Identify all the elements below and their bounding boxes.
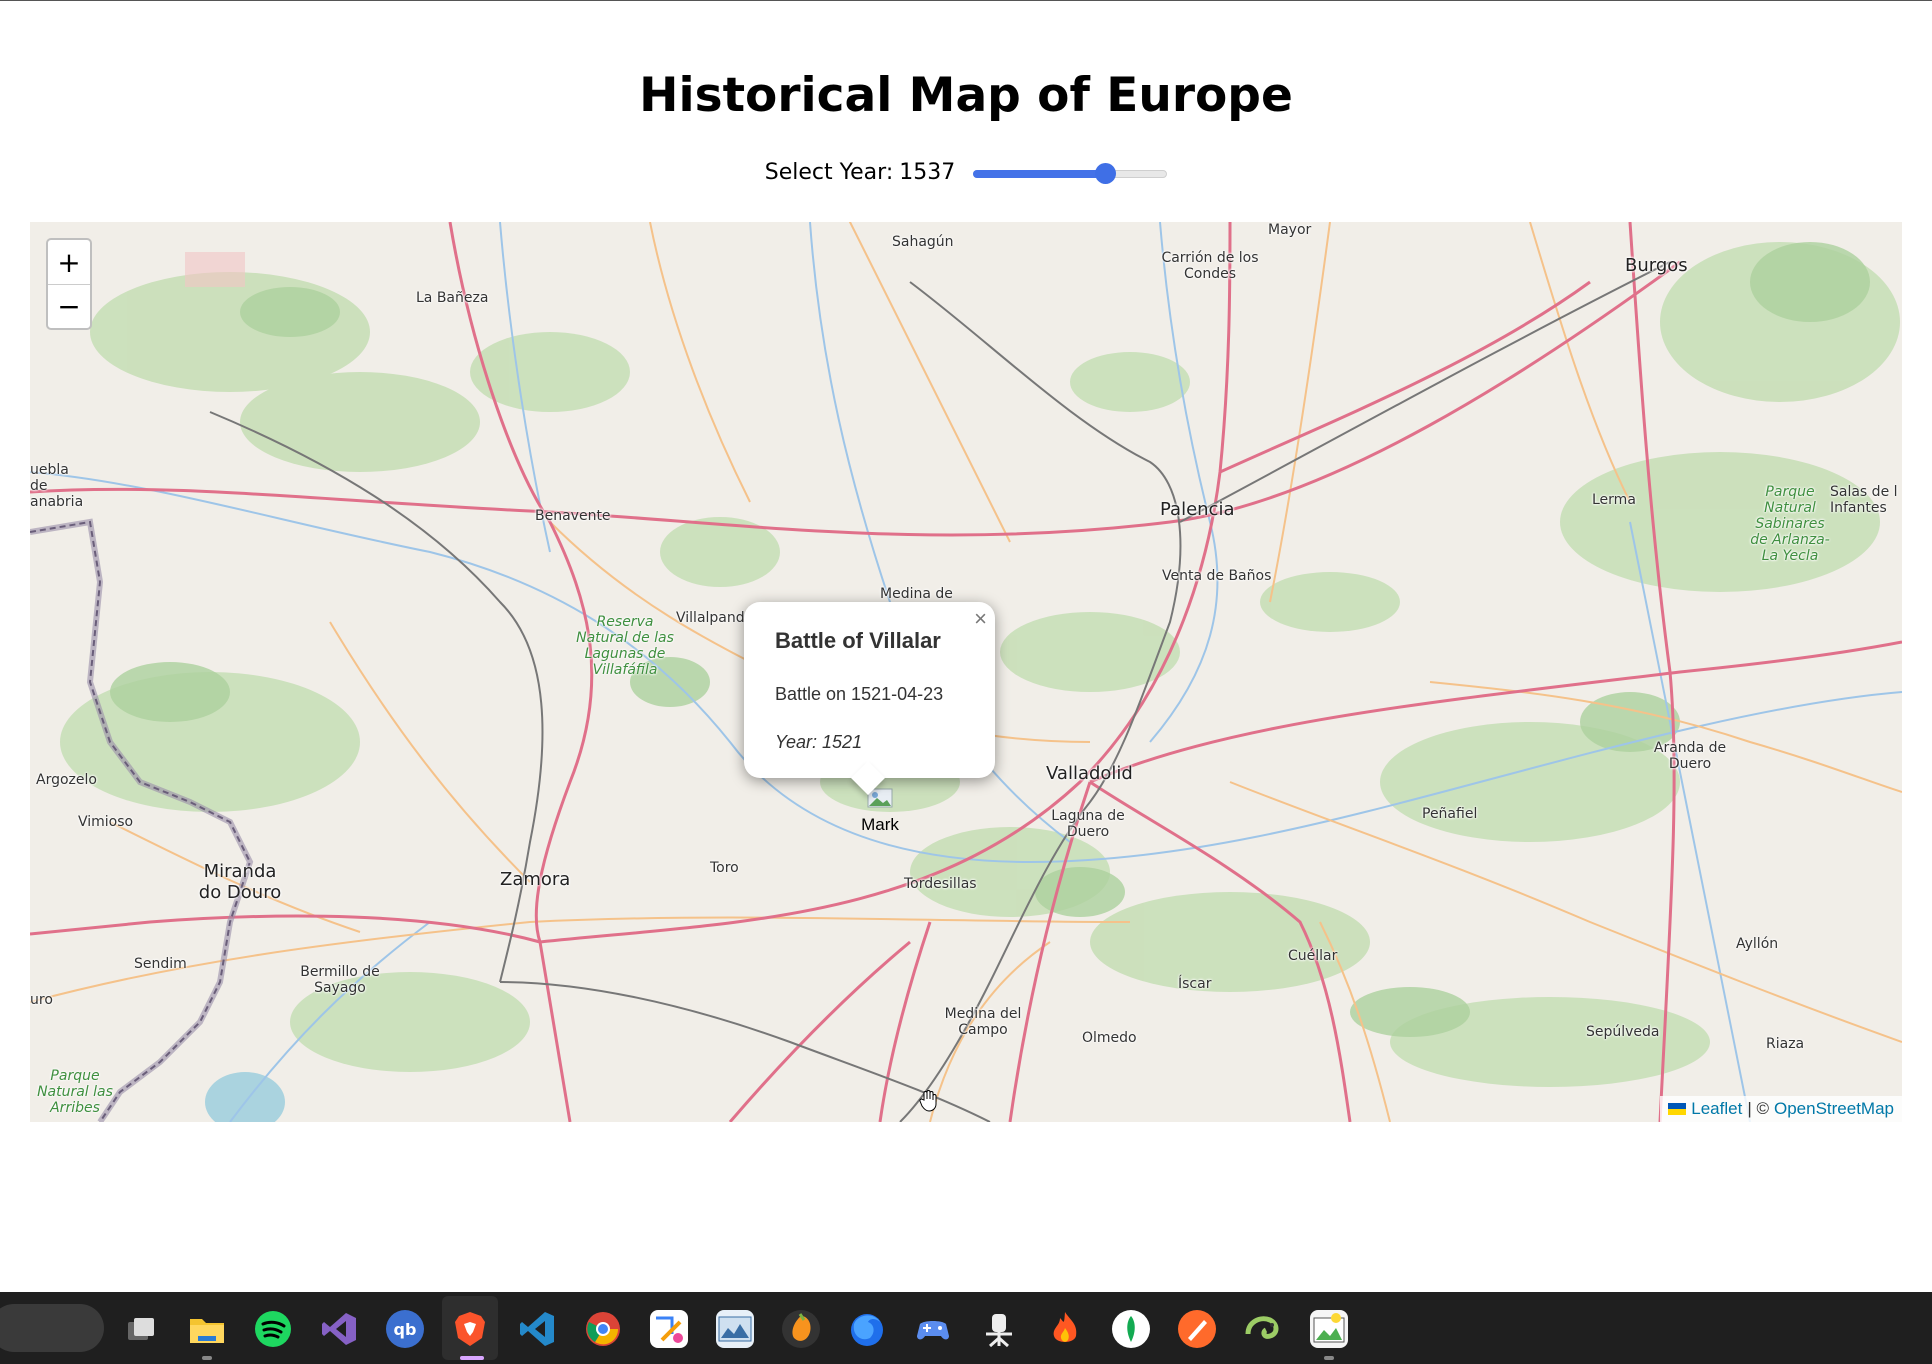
task-view-icon[interactable] [122,1310,160,1348]
place-penafiel: Peñafiel [1422,806,1478,822]
place-uro: uro [30,992,53,1008]
place-palencia: Palencia [1160,499,1235,520]
place-sahagun: Sahagún [892,234,954,250]
map-attribution: Leaflet | © OpenStreetMap [1660,1096,1902,1122]
reservoir [205,1072,285,1122]
border-line [30,518,254,1122]
android-tool-icon[interactable] [980,1310,1018,1348]
openstreetmap-link[interactable]: OpenStreetMap [1774,1099,1894,1119]
place-venta-banos: Venta de Baños [1162,568,1272,584]
visual-studio-icon[interactable] [320,1310,358,1348]
ukraine-flag-icon [1668,1103,1687,1115]
place-benavente: Benavente [535,508,611,524]
place-ayllon: Ayllón [1736,936,1779,952]
leaflet-link[interactable]: Leaflet [1691,1099,1742,1119]
chrome-icon[interactable] [584,1310,622,1348]
popup-close-button[interactable]: × [974,606,987,632]
place-argozelo: Argozelo [36,772,97,788]
place-zamora: Zamora [500,869,571,890]
popup-year-value: 1521 [822,732,863,752]
taskbar: qb [0,1292,1932,1364]
place-parque-arribes: Parque Natural las Arribes [37,1068,113,1117]
year-control: Select Year: 1537 [0,160,1932,185]
place-la-baneza: La Bañeza [416,290,489,306]
year-label-text: Select Year: [764,160,894,185]
popup-year: Year: 1521 [775,732,862,753]
place-laguna-duero: Laguna de Duero [1051,808,1125,841]
place-cuellar: Cuéllar [1288,948,1338,964]
slider-fill [973,169,1106,178]
event-popup: × Battle of Villalar Battle on 1521-04-2… [744,602,995,795]
place-toro: Toro [710,860,739,876]
game-controller-icon[interactable] [914,1310,952,1348]
place-riaza: Riaza [1766,1036,1805,1052]
zoom-control: + − [46,238,92,330]
fl-studio-icon[interactable] [782,1310,820,1348]
place-aranda: Aranda de Duero [1653,740,1727,773]
pen-tool-icon[interactable] [1178,1310,1216,1348]
place-iscar: Íscar [1178,976,1212,992]
file-explorer-running-indicator [202,1356,212,1360]
place-mayor: Mayor [1268,222,1312,238]
place-medina-campo: Medina del Campo [944,1006,1022,1039]
place-sepulveda: Sepúlveda [1586,1024,1660,1040]
qbittorrent-icon[interactable]: qb [386,1310,424,1348]
popup-description: Battle on 1521-04-23 [775,684,944,704]
map-container[interactable]: Sahagún Mayor Carrión de los Condes Burg… [30,222,1902,1122]
place-lerma: Lerma [1592,492,1636,508]
place-salas: Salas de l Infantes [1830,484,1898,517]
place-carrion: Carrión de los Condes [1161,250,1259,283]
brave-icon[interactable] [451,1310,489,1348]
chameleon-icon[interactable] [1244,1310,1282,1348]
place-miranda: Miranda do Douro [198,861,282,903]
year-value: 1537 [899,160,956,185]
spotify-icon[interactable] [254,1310,292,1348]
mongodb-icon[interactable] [1112,1310,1150,1348]
year-label: Select Year: 1537 [765,160,955,185]
top-border [0,0,1932,1]
place-olmedo: Olmedo [1082,1030,1137,1046]
zoom-in-button[interactable]: + [48,240,90,284]
popup-year-label: Year: [775,732,818,752]
restricted-area [185,252,245,287]
attribution-separator: | © [1747,1099,1769,1118]
slider-thumb[interactable] [1095,162,1117,184]
place-burgos: Burgos [1625,255,1688,276]
popup-title: Battle of Villalar [775,628,941,653]
brave-active-indicator [460,1356,484,1360]
page-title: Historical Map of Europe [639,68,1293,123]
place-vimioso: Vimioso [78,814,134,830]
place-bermillo: Bermillo de Sayago [300,964,380,997]
file-explorer-icon[interactable] [188,1310,226,1348]
place-sendim: Sendim [134,956,187,972]
event-marker[interactable]: Mark [850,788,910,835]
photos-icon[interactable] [716,1310,754,1348]
place-puebla: uebla de anabria [30,462,84,511]
firefox-icon[interactable] [848,1310,886,1348]
place-medina-rioseco: Medina de [880,586,953,602]
place-tordesillas: Tordesillas [904,876,977,892]
border-dashed [30,520,252,1122]
place-valladolid: Valladolid [1046,763,1133,784]
image-editor-running-indicator [1324,1356,1334,1360]
place-parque-sabinares: Parque Natural Sabinares de Arlanza-La Y… [1750,484,1830,565]
paint-icon[interactable] [650,1310,688,1348]
taskbar-search[interactable] [0,1304,104,1352]
image-editor-icon[interactable] [1310,1310,1348,1348]
zoom-out-button[interactable]: − [48,284,90,328]
vscode-icon[interactable] [518,1310,556,1348]
marker-label: Mark [861,815,899,834]
fire-app-icon[interactable] [1046,1310,1084,1348]
place-villalpando: Villalpand [676,610,745,626]
hand-cursor-icon [919,1090,937,1112]
place-reserva: Reserva Natural de las Lagunas de Villaf… [576,614,674,679]
year-slider[interactable] [973,162,1168,184]
